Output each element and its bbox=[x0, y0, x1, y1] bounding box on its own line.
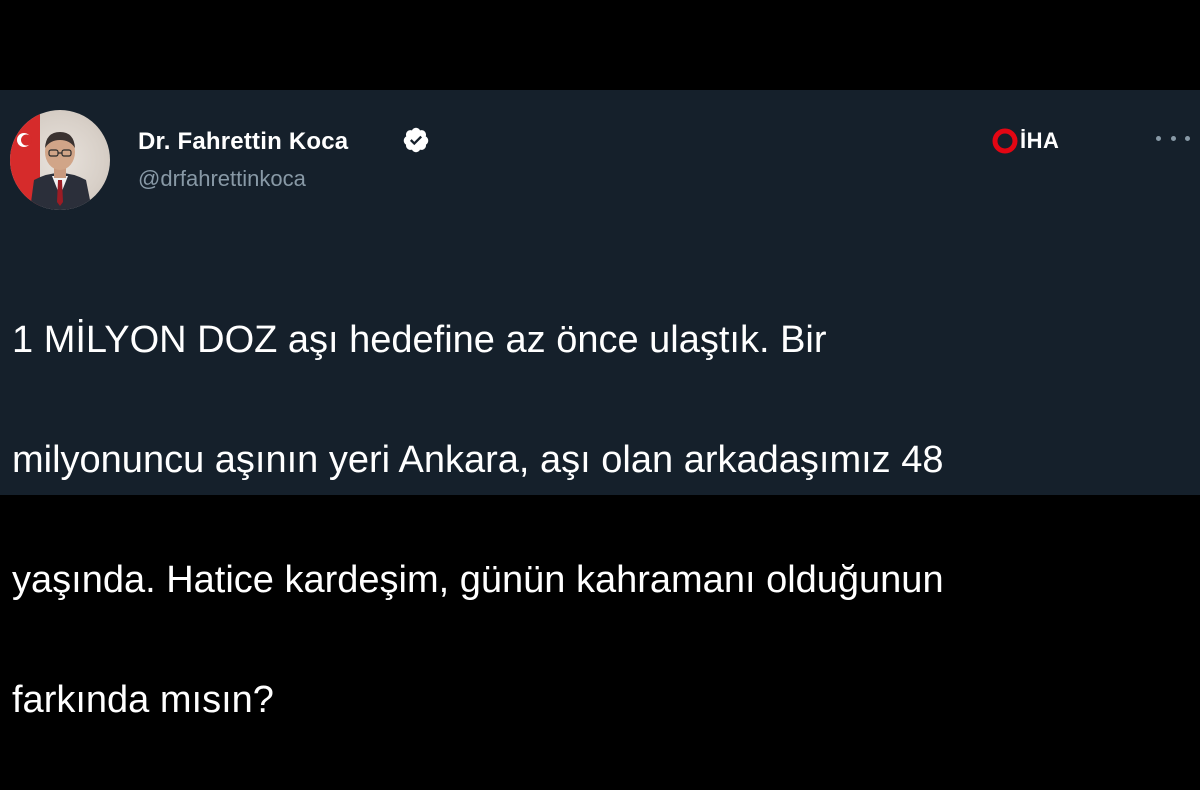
profile-photo-icon bbox=[10, 110, 92, 210]
iha-logo-icon bbox=[992, 128, 1018, 154]
author-avatar[interactable] bbox=[10, 110, 110, 210]
tweet-text-line: yaşında. Hatice kardeşim, günün kahraman… bbox=[12, 559, 944, 601]
tweet-text-line: 1 MİLYON DOZ aşı hedefine az önce ulaştı… bbox=[12, 319, 827, 361]
author-display-name[interactable]: Dr. Fahrettin Koca bbox=[138, 128, 348, 156]
more-dot bbox=[1185, 135, 1190, 141]
watermark-label: İHA bbox=[1020, 128, 1060, 153]
tweet-text: 1 MİLYON DOZ aşı hedefine az önce ulaştı… bbox=[12, 250, 1192, 790]
tweet-text-line: milyonuncu aşının yeri Ankara, aşı olan … bbox=[12, 439, 944, 481]
more-dot bbox=[1170, 135, 1176, 141]
more-horizontal-icon bbox=[1156, 135, 1161, 141]
tweet-text-line: farkında mısın? bbox=[12, 679, 274, 721]
author-handle[interactable]: @drfahrettinkoca bbox=[138, 166, 306, 192]
verified-badge-icon bbox=[403, 127, 429, 153]
more-options-button[interactable] bbox=[1156, 128, 1190, 148]
iha-watermark: İHA bbox=[992, 126, 1059, 156]
tweet-card: Dr. Fahrettin Koca @drfahrettinkoca İHA … bbox=[0, 90, 1200, 721]
